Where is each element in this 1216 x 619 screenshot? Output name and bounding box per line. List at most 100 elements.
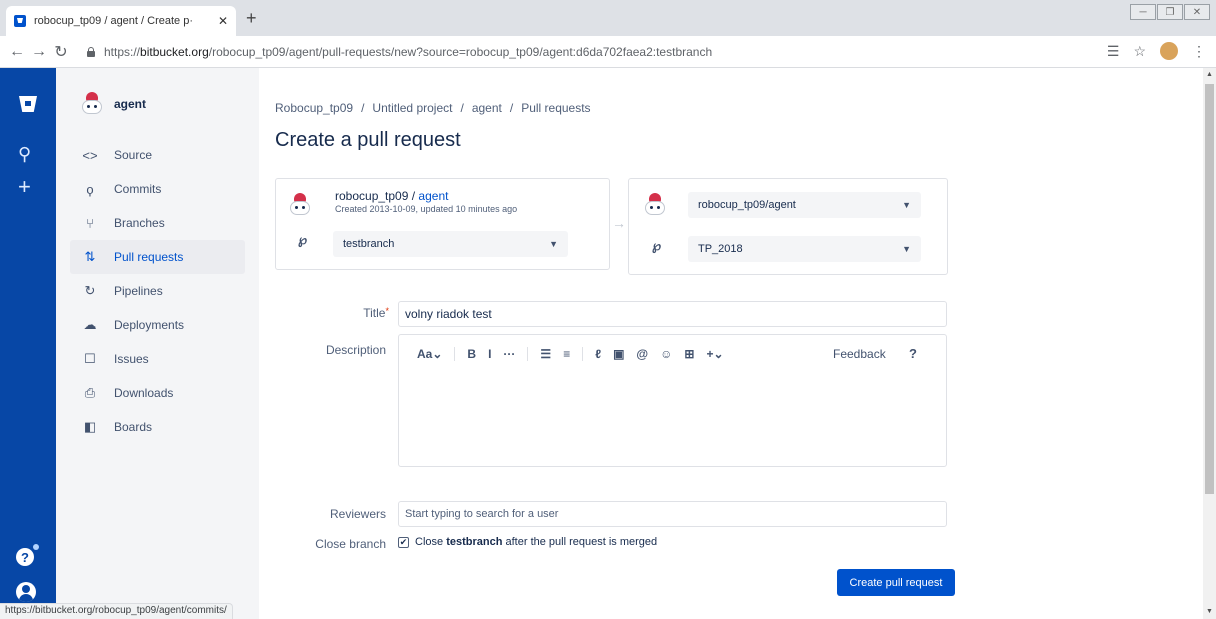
branch-icon: ℘ — [652, 238, 662, 253]
source-branch-select[interactable]: testbranch ▼ — [333, 231, 568, 257]
breadcrumb-item[interactable]: Untitled project — [372, 101, 452, 115]
pipelines-icon: ↻ — [84, 283, 96, 298]
title-input[interactable]: volny riadok test — [398, 301, 947, 327]
sidebar-item-downloads[interactable]: ⎙ Downloads — [70, 376, 245, 410]
main-content: Robocup_tp09/Untitled project / agent / Pull… — [259, 68, 1199, 619]
close-branch-name: testbranch — [446, 536, 503, 548]
bitbucket-logo-icon[interactable] — [19, 96, 37, 112]
create-pull-request-button[interactable]: Create pull request — [837, 569, 955, 596]
source-owner: robocup_tp09 — [335, 189, 409, 203]
bitbucket-favicon-icon — [14, 15, 26, 27]
status-bar-url: https://bitbucket.org/robocup_tp09/agent… — [0, 603, 233, 619]
url-field[interactable]: https://bitbucket.org/robocup_tp09/agent… — [104, 45, 712, 59]
profile-avatar-icon[interactable] — [1160, 42, 1178, 60]
repo-name: agent — [114, 97, 147, 111]
toolbar-separator — [454, 347, 456, 361]
more-formatting-icon[interactable]: ··· — [503, 347, 515, 361]
destination-branch-value: TP_2018 — [698, 243, 743, 255]
insert-more-icon[interactable]: +⌄ — [706, 347, 723, 361]
bold-icon[interactable]: B — [467, 347, 476, 361]
repository-sidebar: agent <> Source ϙ Commits ⑂ Branches ⇅ Pull req… — [56, 68, 259, 619]
bullet-list-icon[interactable]: ☰ — [540, 347, 551, 361]
url-host: bitbucket.org — [140, 44, 209, 59]
close-suffix: after the pull request is merged — [505, 536, 658, 548]
new-tab-button[interactable]: + — [246, 8, 257, 29]
toolbar-separator — [582, 347, 584, 361]
italic-icon[interactable]: I — [488, 347, 491, 361]
back-arrow-icon[interactable]: ← — [6, 43, 28, 61]
commit-icon: ϙ — [86, 181, 94, 197]
address-bar: ← → ↻ https://bitbucket.org/robocup_tp09… — [0, 36, 1216, 68]
bookmark-star-icon[interactable]: ☆ — [1133, 43, 1146, 60]
repo-header[interactable]: agent — [80, 92, 146, 116]
user-avatar-icon[interactable] — [16, 582, 36, 602]
help-icon[interactable]: ? — [16, 548, 34, 566]
global-navigation: ⚲ + ? — [0, 68, 56, 619]
sidebar-item-deployments[interactable]: ☁ Deployments — [70, 308, 245, 342]
forward-arrow-icon[interactable]: → — [28, 43, 50, 61]
emoji-icon[interactable]: ☺ — [660, 347, 672, 361]
lock-icon — [86, 46, 96, 57]
create-plus-icon[interactable]: + — [18, 174, 31, 200]
source-repo-link[interactable]: agent — [418, 189, 448, 203]
sidebar-item-pipelines[interactable]: ↻ Pipelines — [70, 274, 245, 308]
chevron-down-icon: ▼ — [902, 244, 911, 254]
translate-icon[interactable]: ☰ — [1107, 43, 1120, 60]
sidebar-item-branches[interactable]: ⑂ Branches — [70, 206, 245, 240]
feedback-link[interactable]: Feedback — [833, 347, 886, 361]
tab-close-icon[interactable]: ✕ — [218, 14, 228, 28]
arrow-right-icon: → — [612, 215, 626, 231]
sidebar-item-label: Deployments — [114, 318, 185, 332]
close-window-icon[interactable]: ✕ — [1184, 4, 1210, 20]
page-scrollbar[interactable]: ▲ ▼ — [1203, 68, 1216, 619]
sidebar-item-issues[interactable]: ☐ Issues — [70, 342, 245, 376]
sidebar-item-label: Pipelines — [114, 284, 163, 298]
deployments-icon: ☁ — [83, 317, 97, 332]
close-prefix: Close — [415, 536, 444, 548]
browser-tab[interactable]: robocup_tp09 / agent / Create p· ✕ — [6, 6, 236, 36]
scroll-down-icon[interactable]: ▼ — [1206, 608, 1213, 615]
downloads-icon: ⎙ — [84, 385, 96, 400]
scroll-up-icon[interactable]: ▲ — [1206, 71, 1213, 78]
scroll-thumb[interactable] — [1205, 84, 1214, 494]
table-icon[interactable]: ⊞ — [684, 347, 694, 361]
sidebar-item-label: Branches — [114, 216, 165, 230]
source-branch-value: testbranch — [343, 238, 395, 250]
image-icon[interactable]: ▣ — [613, 347, 624, 361]
breadcrumb-item[interactable]: Pull requests — [521, 101, 590, 115]
close-branch-checkbox[interactable]: ✔ — [398, 537, 409, 548]
chevron-down-icon: ▼ — [902, 200, 911, 210]
description-editor[interactable]: Aa⌄ B I ··· ☰ ≡ ℓ ▣ @ ☺ ⊞ +⌄ Feedback ? — [398, 334, 947, 467]
breadcrumb-item[interactable]: Robocup_tp09 — [275, 101, 353, 115]
numbered-list-icon[interactable]: ≡ — [563, 347, 570, 361]
close-branch-text: Close testbranch after the pull request … — [415, 536, 657, 548]
branch-icon: ℘ — [298, 232, 308, 247]
editor-toolbar: Aa⌄ B I ··· ☰ ≡ ℓ ▣ @ ☺ ⊞ +⌄ — [417, 347, 736, 361]
minimize-icon[interactable]: ─ — [1130, 4, 1156, 20]
sidebar-item-pull-requests[interactable]: ⇅ Pull requests — [70, 240, 245, 274]
sidebar-item-label: Downloads — [114, 386, 174, 400]
required-marker: * — [385, 306, 389, 316]
destination-repo-select[interactable]: robocup_tp09/agent ▼ — [688, 192, 921, 218]
reviewers-input[interactable]: Start typing to search for a user — [398, 501, 947, 527]
toolbar-separator — [527, 347, 529, 361]
sidebar-item-commits[interactable]: ϙ Commits — [70, 172, 245, 206]
reviewers-placeholder: Start typing to search for a user — [405, 508, 559, 520]
sidebar-item-boards[interactable]: ◧ Boards — [70, 410, 245, 444]
destination-repo-avatar-icon — [643, 193, 667, 217]
mention-icon[interactable]: @ — [636, 347, 648, 361]
search-icon[interactable]: ⚲ — [18, 144, 31, 165]
destination-branch-select[interactable]: TP_2018 ▼ — [688, 236, 921, 262]
window-controls: ─ ❐ ✕ — [1130, 4, 1210, 20]
title-label: Title* — [363, 306, 389, 320]
text-style-icon[interactable]: Aa⌄ — [417, 347, 442, 361]
restore-icon[interactable]: ❐ — [1157, 4, 1183, 20]
menu-dots-icon[interactable]: ⋮ — [1192, 43, 1206, 60]
source-repo-name: robocup_tp09 / agent — [335, 189, 449, 203]
breadcrumb-item[interactable]: agent — [472, 101, 502, 115]
page-title: Create a pull request — [275, 129, 461, 151]
reload-icon[interactable]: ↻ — [50, 42, 72, 62]
link-icon[interactable]: ℓ — [595, 347, 601, 361]
sidebar-item-source[interactable]: <> Source — [70, 138, 245, 172]
editor-help-icon[interactable]: ? — [909, 346, 917, 361]
